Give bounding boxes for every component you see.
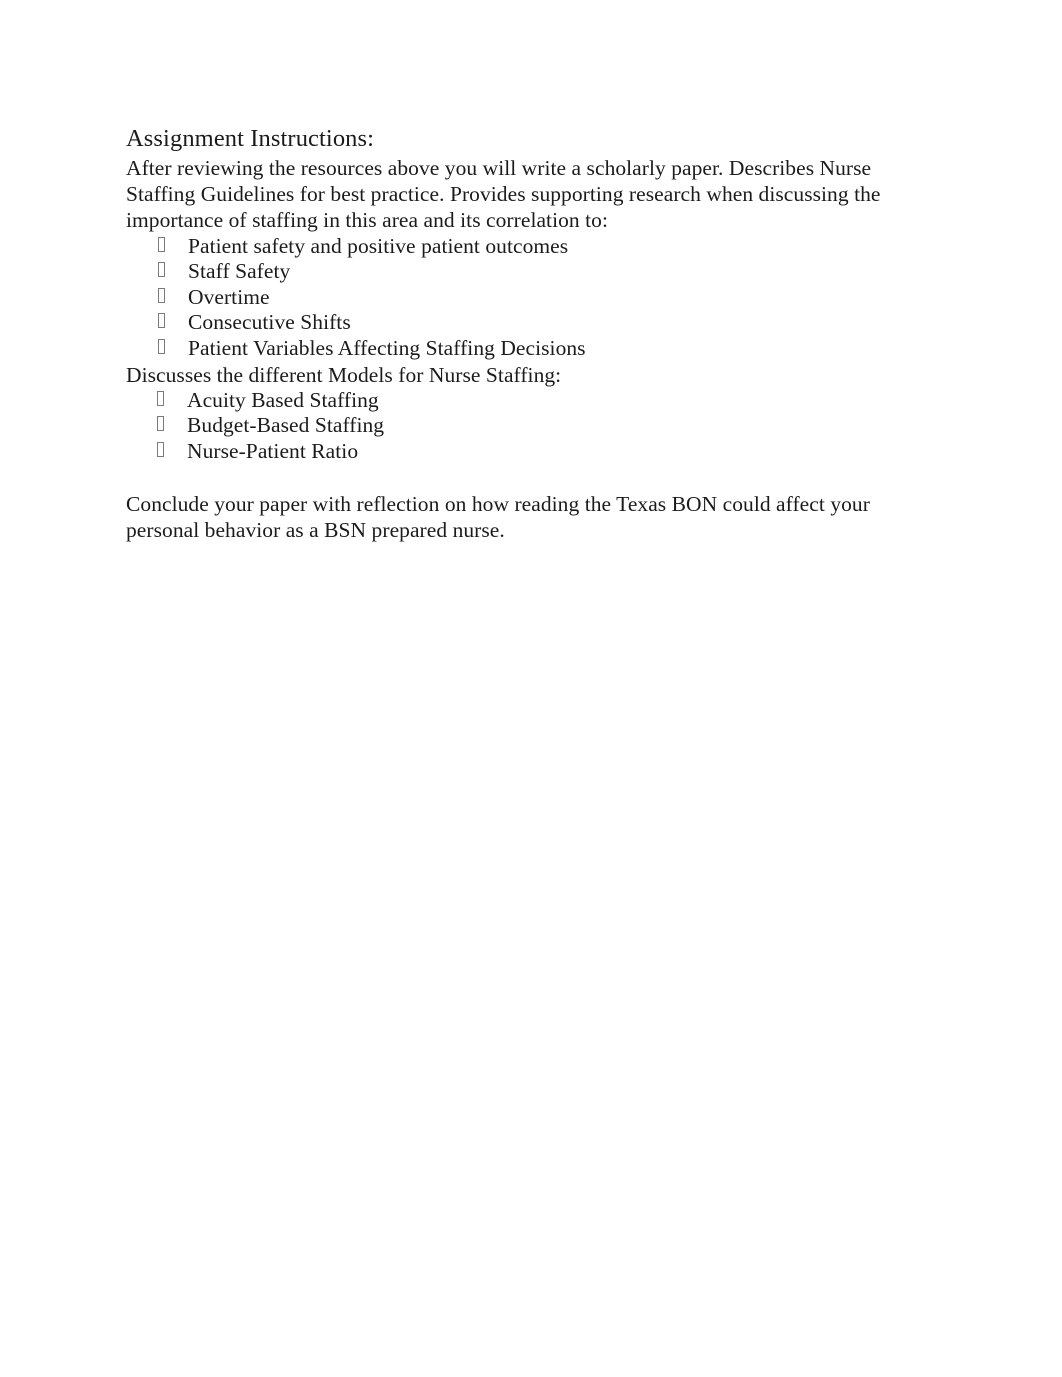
heading-row: Assignment Instructions:	[126, 124, 941, 155]
bullet-box-icon	[158, 259, 188, 285]
list-item-label: Staff Safety	[188, 259, 291, 284]
list-item-label: Consecutive Shifts	[188, 310, 351, 335]
list-item: Overtime	[158, 285, 941, 311]
list-item: Staff Safety	[158, 259, 941, 285]
list-item: Consecutive Shifts	[158, 310, 941, 336]
list-item-label: Overtime	[188, 284, 270, 309]
models-paragraph: Discusses the different Models for Nurse…	[126, 362, 562, 387]
list-item: Nurse-Patient Ratio	[157, 439, 941, 465]
list-item: Acuity Based Staffing	[157, 388, 941, 414]
list-item-label: Patient Variables Affecting Staffing Dec…	[188, 335, 586, 360]
models-bullet-list: Acuity Based Staffing Budget-Based Staff…	[157, 388, 941, 465]
bullet-box-icon	[157, 388, 187, 414]
bullet-box-icon	[158, 285, 188, 311]
intro-paragraph: After reviewing the resources above you …	[126, 156, 881, 233]
list-item-label: Acuity Based Staffing	[187, 387, 379, 412]
correlation-bullet-list: Patient safety and positive patient outc…	[158, 234, 941, 362]
bullet-box-icon	[158, 234, 188, 260]
document-page: Assignment Instructions: After reviewing…	[0, 0, 1062, 1377]
bullet-box-icon	[157, 413, 187, 439]
document-body: Assignment Instructions: After reviewing…	[126, 124, 941, 543]
page-title: Assignment Instructions:	[126, 125, 375, 152]
bullet-box-icon	[158, 336, 188, 362]
bullet-box-icon	[158, 310, 188, 336]
list-item: Patient safety and positive patient outc…	[158, 234, 941, 260]
list-item: Budget-Based Staffing	[157, 413, 941, 439]
list-item-label: Budget-Based Staffing	[187, 413, 385, 438]
list-item-label: Patient safety and positive patient outc…	[188, 233, 569, 258]
conclusion-paragraph: Conclude your paper with reflection on h…	[126, 491, 870, 542]
bullet-box-icon	[157, 439, 187, 465]
list-item: Patient Variables Affecting Staffing Dec…	[158, 336, 941, 362]
list-item-label: Nurse-Patient Ratio	[187, 438, 359, 463]
